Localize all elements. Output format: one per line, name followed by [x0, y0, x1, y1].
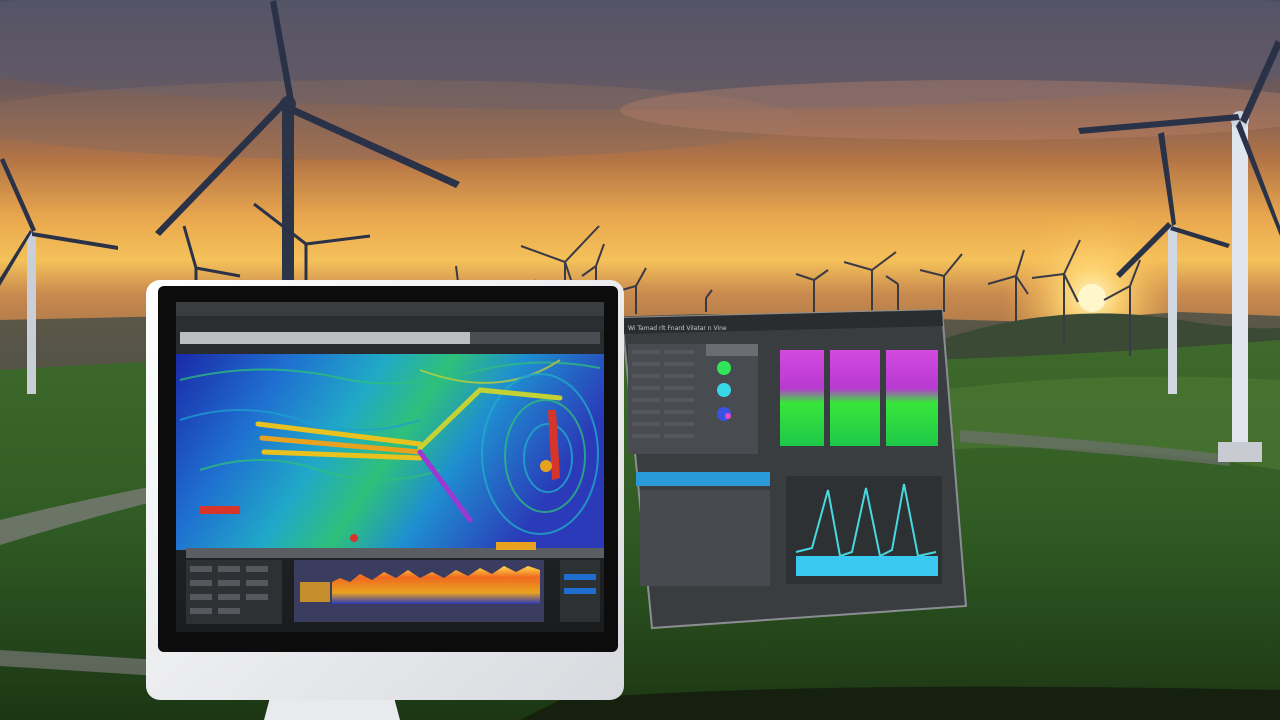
panel-settings-list	[628, 344, 758, 454]
spectral-bar-group	[780, 350, 938, 446]
status-indicator-green	[717, 361, 731, 375]
panel-baseline-band	[796, 556, 938, 576]
panel-empty-plot	[640, 490, 770, 586]
status-indicator-cyan	[717, 383, 731, 397]
desktop-monitor	[146, 280, 624, 720]
status-indicator-pink	[725, 413, 731, 419]
sun-core	[1078, 284, 1106, 312]
wind-farm-scene: Wi Tamad rlt Fnard Vilatar n Vine	[0, 0, 1280, 720]
marker-arrow	[200, 506, 240, 514]
screen-toolbar-2	[176, 318, 604, 332]
screen-status-strip	[186, 548, 604, 558]
screen-toolbar	[176, 302, 604, 316]
panel-title: Wi Tamad rlt Fnard Vilatar n Vine	[628, 325, 727, 332]
floating-analytics-panel: Wi Tamad rlt Fnard Vilatar n Vine	[620, 308, 968, 630]
panel-timeline-strip	[636, 472, 770, 486]
